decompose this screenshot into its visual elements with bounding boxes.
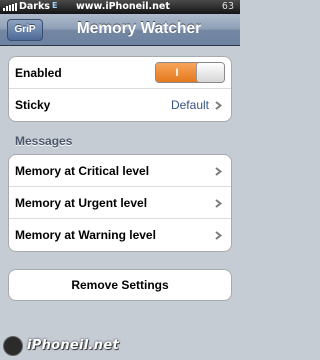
sticky-label: Sticky xyxy=(15,98,51,112)
page-title: Memory Watcher xyxy=(76,20,202,37)
signal-bars-icon xyxy=(3,3,17,11)
chevron-right-icon xyxy=(215,231,223,240)
toggle-on-state: I xyxy=(156,63,198,82)
status-bar: Darks E www.iPhoneil.net 63 xyxy=(0,0,240,14)
messages-group: Memory at Critical level Memory at Urgen… xyxy=(8,154,232,252)
message-label: Memory at Critical level xyxy=(15,164,150,178)
message-label: Memory at Urgent level xyxy=(15,196,148,210)
chevron-right-icon xyxy=(215,167,223,176)
sticky-value: Default xyxy=(170,98,209,112)
chevron-right-icon xyxy=(215,199,223,208)
chevron-right-icon xyxy=(215,101,223,110)
enabled-row: Enabled I xyxy=(9,57,231,89)
battery-level: 63 xyxy=(221,1,234,12)
navigation-bar: GriP Memory Watcher xyxy=(0,14,240,46)
message-row-urgent[interactable]: Memory at Urgent level xyxy=(9,187,231,219)
back-button[interactable]: GriP xyxy=(7,19,43,41)
status-bar-site: www.iPhoneil.net xyxy=(76,1,170,12)
watermark-text: iPhoneil.net xyxy=(27,338,119,353)
enabled-label: Enabled xyxy=(15,66,62,80)
sticky-row[interactable]: Sticky Default xyxy=(9,89,231,121)
message-row-critical[interactable]: Memory at Critical level xyxy=(9,155,231,187)
carrier-name: Darks xyxy=(19,1,50,12)
settings-group: Enabled I Sticky Default xyxy=(8,56,232,122)
watermark-footer: iPhoneil.net xyxy=(0,332,240,360)
messages-section-header: Messages xyxy=(15,134,73,148)
remove-settings-button[interactable]: Remove Settings xyxy=(8,269,232,301)
apple-logo-icon xyxy=(3,336,23,356)
toggle-knob[interactable] xyxy=(196,63,224,82)
network-type-indicator: E xyxy=(52,1,58,10)
message-label: Memory at Warning level xyxy=(15,228,156,242)
enabled-toggle[interactable]: I xyxy=(155,62,225,83)
message-row-warning[interactable]: Memory at Warning level xyxy=(9,219,231,251)
